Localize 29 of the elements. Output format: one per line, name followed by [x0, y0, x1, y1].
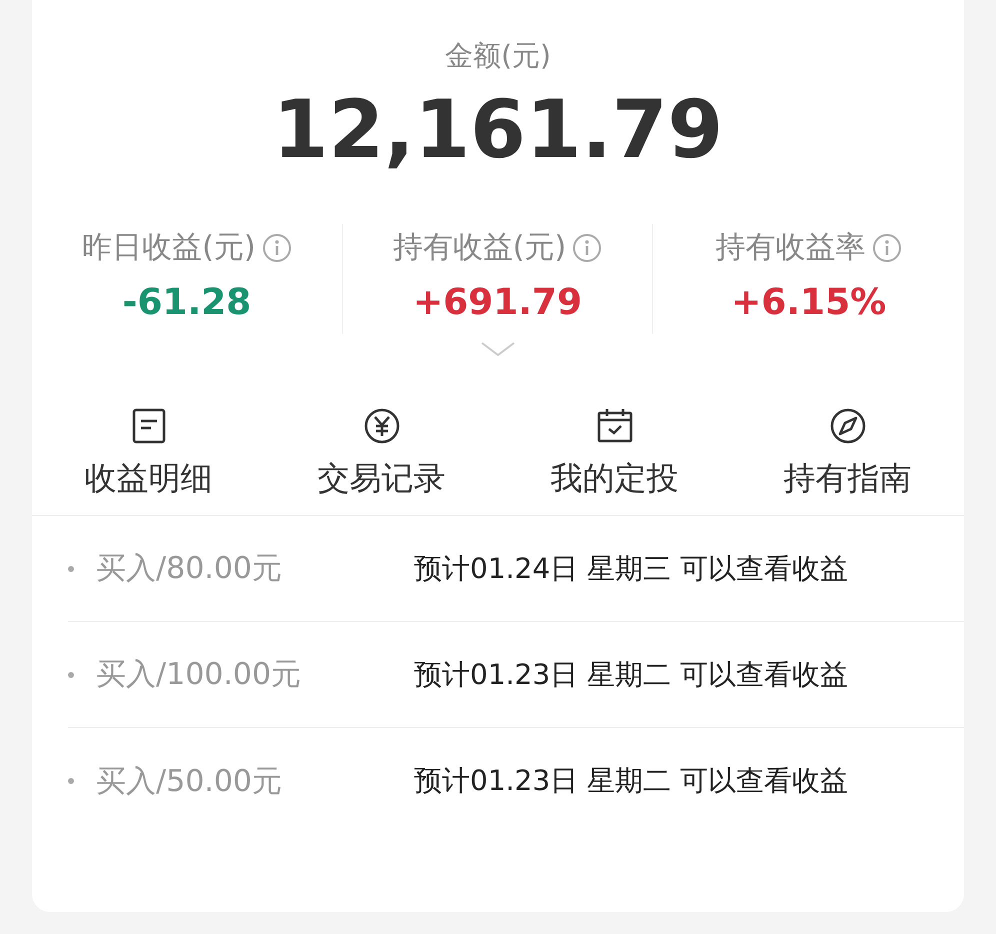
bullet-icon	[68, 672, 74, 678]
info-icon[interactable]	[262, 233, 292, 263]
compass-icon	[830, 408, 866, 444]
shortcut-button[interactable]: 交易记录	[265, 396, 498, 515]
stat-value: -61.28	[122, 281, 252, 325]
info-icon[interactable]	[572, 233, 602, 263]
transaction-note: 预计01.24日 星期三 可以查看收益	[414, 550, 848, 586]
transaction-note: 预计01.23日 星期二 可以查看收益	[414, 763, 848, 799]
yen-icon	[364, 408, 400, 444]
stat-label: 持有收益率	[716, 229, 866, 267]
info-icon[interactable]	[872, 233, 902, 263]
transaction-amount: 买入/50.00元	[96, 762, 283, 800]
shortcut-button[interactable]: 持有指南	[731, 396, 964, 515]
shortcut-button[interactable]: 收益明细	[32, 396, 265, 515]
transaction-note: 预计01.23日 星期二 可以查看收益	[414, 656, 848, 692]
balance-label: 金额(元)	[445, 38, 551, 74]
shortcut-button[interactable]: 我的定投	[498, 396, 731, 515]
bullet-icon	[68, 566, 74, 572]
document-icon	[130, 408, 166, 444]
bullet-icon	[68, 778, 74, 784]
stat-value: +691.79	[412, 281, 582, 325]
stat-label: 持有收益(元)	[392, 229, 566, 267]
balance-amount: 12,161.79	[272, 82, 724, 178]
calendar-icon	[596, 408, 632, 444]
transaction-amount: 买入/80.00元	[96, 550, 283, 588]
stat-label: 昨日收益(元)	[82, 229, 256, 267]
chevron-down-icon[interactable]	[481, 342, 515, 356]
transaction-amount: 买入/100.00元	[96, 656, 302, 694]
stat-value: +6.15%	[731, 281, 886, 325]
